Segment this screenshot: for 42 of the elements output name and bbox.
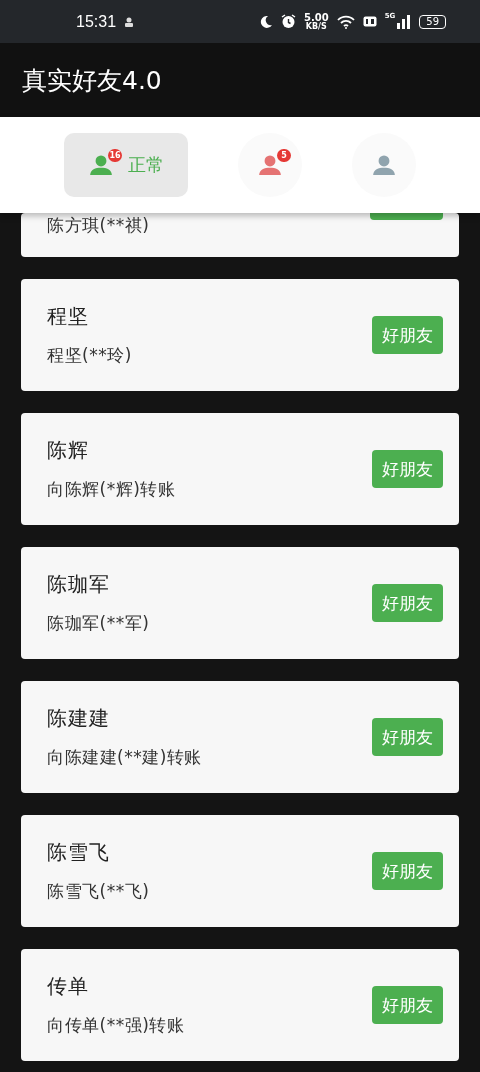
contact-card[interactable]: 陈建建 向陈建建(**建)转账 好朋友 bbox=[21, 681, 459, 793]
count-badge: 16 bbox=[108, 148, 122, 162]
contact-detail: 陈珈军(**军) bbox=[47, 612, 151, 635]
friend-button[interactable]: 好朋友 bbox=[372, 316, 443, 354]
friend-button[interactable] bbox=[370, 213, 443, 220]
friend-button[interactable]: 好朋友 bbox=[372, 584, 443, 622]
friend-button[interactable]: 好朋友 bbox=[372, 986, 443, 1024]
contact-detail: 向陈建建(**建)转账 bbox=[47, 746, 203, 769]
battery-level: 59 bbox=[419, 14, 446, 29]
contact-name: 陈雪飞 bbox=[47, 839, 111, 866]
filter-tab[interactable]: 5 bbox=[238, 133, 302, 197]
person-icon bbox=[124, 16, 135, 27]
contact-name: 程坚 bbox=[47, 303, 90, 330]
count-badge: 5 bbox=[277, 148, 291, 162]
wifi-icon bbox=[336, 14, 355, 29]
contact-card[interactable]: 陈雪飞 陈雪飞(**飞) 好朋友 bbox=[21, 815, 459, 927]
contact-detail: 陈方琪(**祺) bbox=[47, 214, 150, 237]
app-title: 真实好友4.0 bbox=[22, 64, 162, 97]
contact-card[interactable]: 陈辉 向陈辉(*辉)转账 好朋友 bbox=[21, 413, 459, 525]
contact-name: 传单 bbox=[47, 973, 90, 1000]
friend-button[interactable]: 好朋友 bbox=[372, 450, 443, 488]
contact-name: 陈辉 bbox=[47, 437, 90, 464]
alarm-icon bbox=[280, 14, 296, 29]
hd-icon bbox=[362, 16, 377, 27]
contact-card[interactable]: 陈珈军 陈珈军(**军) 好朋友 bbox=[21, 547, 459, 659]
contact-detail: 向陈辉(*辉)转账 bbox=[47, 478, 177, 501]
contact-detail: 向传单(**强)转账 bbox=[47, 1014, 186, 1037]
contact-name: 陈珈军 bbox=[47, 571, 111, 598]
contact-name: 陈建建 bbox=[47, 705, 111, 732]
contact-card[interactable]: 传单 向传单(**强)转账 好朋友 bbox=[21, 949, 459, 1061]
filter-tab[interactable]: 16 正常 bbox=[64, 133, 188, 197]
signal-icon bbox=[397, 14, 412, 29]
contact-card[interactable]: 陈方琪(**祺) bbox=[21, 213, 459, 257]
speed-value: 5.00 bbox=[303, 12, 329, 23]
status-time: 15:31 bbox=[76, 12, 117, 31]
contact-detail: 陈雪飞(**飞) bbox=[47, 880, 151, 903]
friend-button[interactable]: 好朋友 bbox=[372, 852, 443, 890]
speed-unit: KB/S bbox=[305, 22, 327, 31]
moon-icon bbox=[258, 14, 273, 29]
friend-button[interactable]: 好朋友 bbox=[372, 718, 443, 756]
contact-detail: 程坚(**玲) bbox=[47, 344, 133, 367]
contact-card[interactable]: 程坚 程坚(**玲) 好朋友 bbox=[21, 279, 459, 391]
